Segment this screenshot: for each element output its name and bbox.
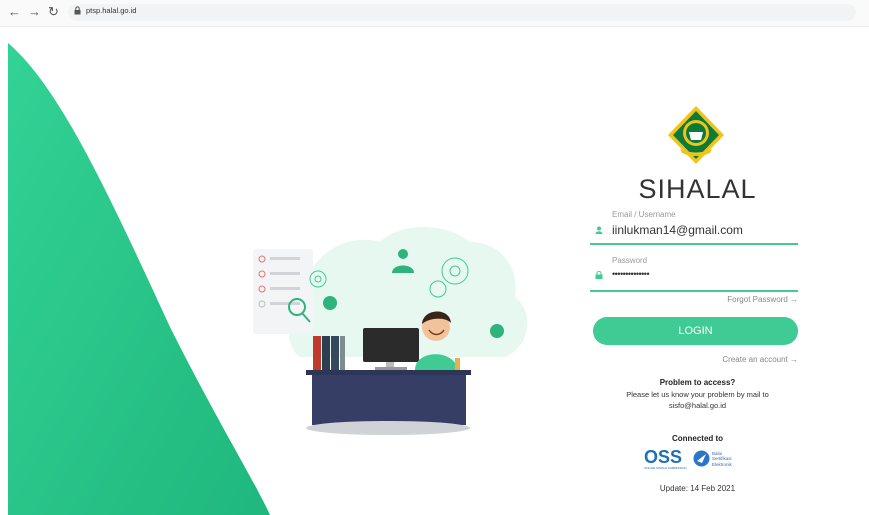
reload-button[interactable]: ↻ bbox=[48, 4, 59, 20]
oss-logo[interactable]: OSS bbox=[644, 447, 682, 468]
checklist-icon bbox=[253, 249, 313, 334]
url-text: ptsp.halal.go.id bbox=[86, 6, 137, 15]
desk-shadow bbox=[306, 421, 470, 435]
create-account-link[interactable]: Create an account → bbox=[722, 355, 798, 364]
kemenag-emblem bbox=[668, 106, 724, 164]
lock-icon bbox=[74, 6, 81, 15]
bse-logo-text: Balai Sertifikasi Elektronik bbox=[712, 451, 732, 467]
browser-toolbar: ← → ↻ ptsp.halal.go.id bbox=[0, 0, 869, 27]
computer-icon bbox=[363, 328, 419, 370]
forward-button[interactable]: → bbox=[28, 4, 41, 20]
help-text: Please let us know your problem by mail … bbox=[605, 389, 790, 411]
email-underline bbox=[590, 243, 798, 245]
help-text-line1: Please let us know your problem by mail … bbox=[626, 390, 769, 399]
connected-title: Connected to bbox=[671, 434, 724, 443]
email-label: Email / Username bbox=[612, 210, 676, 219]
white-ground-curve bbox=[270, 447, 440, 515]
green-wave-background bbox=[8, 43, 270, 515]
update-text: Update: 14 Feb 2021 bbox=[659, 484, 736, 493]
forgot-password-link[interactable]: Forgot Password → bbox=[727, 295, 798, 304]
lock-icon bbox=[595, 271, 603, 279]
back-button[interactable]: ← bbox=[8, 4, 21, 20]
password-field[interactable]: •••••••••••••• bbox=[612, 269, 650, 279]
address-bar[interactable]: ptsp.halal.go.id bbox=[68, 4, 856, 21]
password-underline bbox=[590, 290, 798, 292]
bse-logo-icon[interactable] bbox=[693, 450, 710, 467]
app-title: SIHALAL bbox=[638, 174, 757, 204]
hero-illustration bbox=[8, 43, 528, 515]
oss-subtitle: ONLINE SINGLE SUBMISSION bbox=[644, 466, 687, 470]
password-label: Password bbox=[612, 256, 648, 265]
login-button[interactable]: LOGIN bbox=[593, 317, 798, 345]
email-field[interactable]: iinlukman14@gmail.com bbox=[612, 223, 743, 237]
folders-icon bbox=[313, 336, 345, 370]
help-email-link[interactable]: sisfo@halal.go.id bbox=[605, 400, 790, 411]
help-title: Problem to access? bbox=[659, 378, 736, 387]
user-icon bbox=[595, 226, 603, 234]
desk-top bbox=[306, 370, 471, 375]
desk-body bbox=[312, 375, 466, 425]
